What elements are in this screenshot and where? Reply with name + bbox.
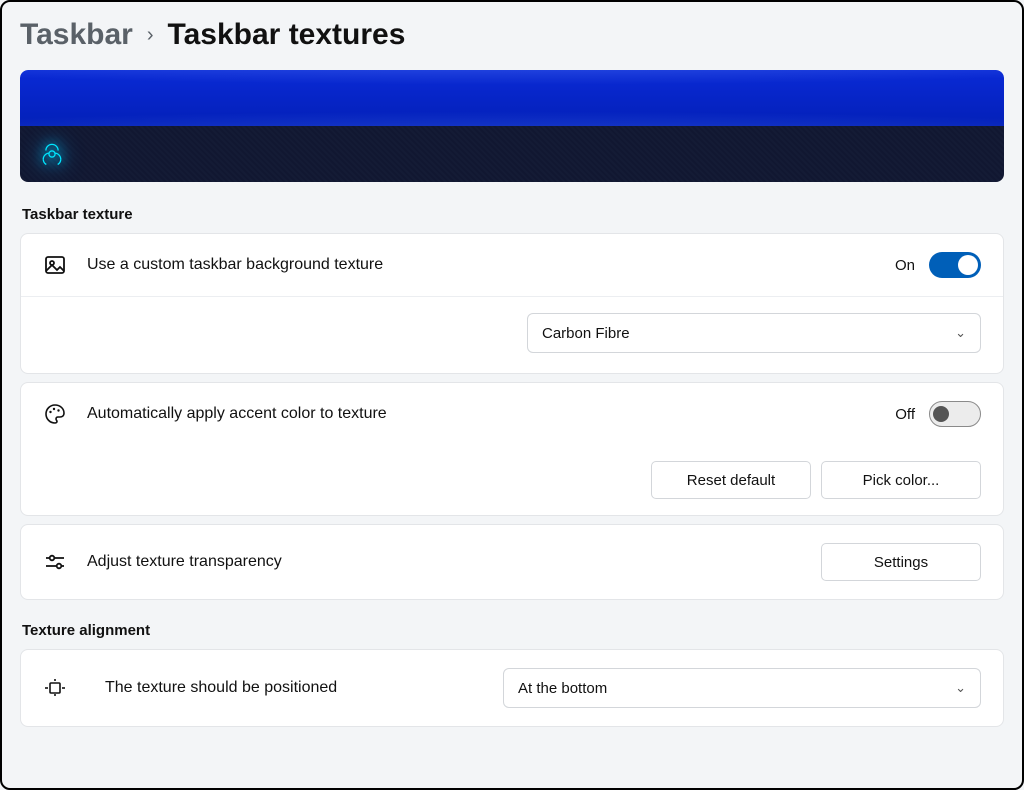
row-accent-buttons: Reset default Pick color...	[21, 445, 1003, 515]
custom-texture-toggle[interactable]	[929, 252, 981, 278]
section-title-texture: Taskbar texture	[22, 206, 1004, 223]
card-custom-texture: Use a custom taskbar background texture …	[20, 233, 1004, 374]
taskbar-preview-bar	[20, 126, 1004, 182]
wallpaper-preview	[20, 70, 1004, 126]
accent-color-toggle[interactable]	[929, 401, 981, 427]
alignment-select-value: At the bottom	[518, 680, 607, 697]
chevron-down-icon: ⌄	[955, 680, 966, 696]
row-texture-select: Carbon Fibre ⌄	[21, 297, 1003, 373]
card-alignment: The texture should be positioned At the …	[20, 649, 1004, 727]
pick-color-button[interactable]: Pick color...	[821, 461, 981, 499]
breadcrumb: Taskbar › Taskbar textures	[20, 18, 1004, 52]
texture-select-value: Carbon Fibre	[542, 325, 630, 342]
biohazard-icon	[38, 140, 66, 168]
accent-color-state: Off	[895, 406, 915, 423]
section-title-alignment: Texture alignment	[22, 622, 1004, 639]
row-alignment: The texture should be positioned At the …	[21, 650, 1003, 726]
reset-default-button[interactable]: Reset default	[651, 461, 811, 499]
align-bottom-icon	[43, 676, 67, 700]
breadcrumb-current: Taskbar textures	[168, 18, 406, 52]
custom-texture-label: Use a custom taskbar background texture	[87, 256, 895, 274]
custom-texture-state: On	[895, 257, 915, 274]
sliders-icon	[43, 550, 67, 574]
transparency-label: Adjust texture transparency	[87, 553, 821, 571]
row-transparency: Adjust texture transparency Settings	[21, 525, 1003, 599]
row-custom-texture: Use a custom taskbar background texture …	[21, 234, 1003, 296]
chevron-down-icon: ⌄	[955, 325, 966, 341]
chevron-right-icon: ›	[147, 24, 154, 47]
card-accent-color: Automatically apply accent color to text…	[20, 382, 1004, 516]
alignment-select[interactable]: At the bottom ⌄	[503, 668, 981, 708]
card-transparency: Adjust texture transparency Settings	[20, 524, 1004, 600]
palette-icon	[43, 402, 67, 426]
transparency-settings-button[interactable]: Settings	[821, 543, 981, 581]
taskbar-preview	[20, 70, 1004, 182]
row-accent-color: Automatically apply accent color to text…	[21, 383, 1003, 445]
alignment-label: The texture should be positioned	[105, 679, 485, 697]
breadcrumb-parent[interactable]: Taskbar	[20, 18, 133, 52]
accent-color-label: Automatically apply accent color to text…	[87, 405, 895, 423]
picture-icon	[43, 253, 67, 277]
texture-select[interactable]: Carbon Fibre ⌄	[527, 313, 981, 353]
